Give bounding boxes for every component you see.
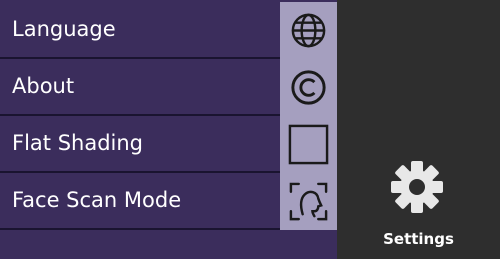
menu-item-flat-shading[interactable]: Flat Shading bbox=[0, 116, 337, 173]
globe-icon[interactable] bbox=[280, 2, 337, 59]
menu-item-label: Face Scan Mode bbox=[12, 188, 182, 212]
copyright-icon[interactable] bbox=[280, 59, 337, 116]
menu-item-about[interactable]: About bbox=[0, 59, 337, 116]
settings-label: Settings bbox=[383, 230, 454, 248]
menu-item-language[interactable]: Language bbox=[0, 2, 337, 59]
settings-menu: Language About Flat Shading Face Scan Mo… bbox=[0, 0, 337, 259]
checkbox-icon[interactable] bbox=[280, 116, 337, 173]
settings-panel[interactable]: Settings bbox=[337, 0, 500, 259]
menu-item-label: Flat Shading bbox=[12, 131, 144, 155]
menu-item-face-scan-mode[interactable]: Face Scan Mode bbox=[0, 173, 337, 230]
face-scan-icon[interactable] bbox=[280, 173, 337, 230]
gear-icon[interactable] bbox=[387, 157, 447, 217]
menu-item-label: About bbox=[12, 74, 75, 98]
menu-item-label: Language bbox=[12, 17, 116, 41]
